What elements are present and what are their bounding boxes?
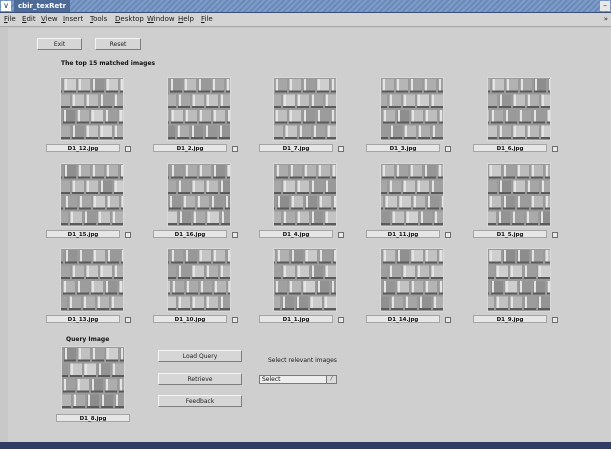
matched-image-caption: D1_14.jpg — [366, 315, 440, 323]
select-value: Select — [262, 376, 281, 383]
menu-overflow-icon[interactable]: » — [604, 13, 608, 26]
relevance-checkbox[interactable] — [232, 232, 238, 238]
matched-image — [487, 248, 551, 312]
matched-image — [487, 163, 551, 227]
relevance-checkbox[interactable] — [552, 146, 558, 152]
matched-image-caption: D1_6.jpg — [473, 144, 547, 152]
query-image — [61, 346, 125, 410]
matched-image — [60, 163, 124, 227]
matched-image-caption: D1_13.jpg — [46, 315, 120, 323]
matched-images-heading: The top 15 matched images — [61, 60, 156, 67]
matched-image — [380, 77, 444, 141]
select-relevant-label: Select relevant images — [268, 357, 337, 364]
matched-image-caption: D1_16.jpg — [153, 230, 227, 238]
menu-bar: File Edit View Insert Tools Desktop Wind… — [0, 13, 611, 27]
relevance-checkbox[interactable] — [445, 146, 451, 152]
relevance-checkbox[interactable] — [338, 146, 344, 152]
matched-image — [487, 77, 551, 141]
menu-tools[interactable]: Tools — [90, 13, 107, 26]
query-image-heading: Query Image — [66, 336, 110, 343]
menu-edit[interactable]: Edit — [22, 13, 36, 26]
menu-desktop[interactable]: Desktop — [115, 13, 144, 26]
matched-image — [167, 77, 231, 141]
reset-button[interactable]: Reset — [95, 38, 141, 50]
menu-view[interactable]: View — [41, 13, 58, 26]
matched-image — [273, 163, 337, 227]
load-query-button[interactable]: Load Query — [158, 350, 242, 362]
application-window: ∨ cbir_texRetr – File Edit View Insert T… — [0, 0, 611, 449]
menu-help[interactable]: Help — [178, 13, 194, 26]
taskbar-strip — [0, 442, 611, 449]
relevant-images-select[interactable]: Select / — [259, 375, 337, 384]
matched-image-caption: D1_15.jpg — [46, 230, 120, 238]
relevance-checkbox[interactable] — [232, 146, 238, 152]
matched-image-caption: D1_9.jpg — [473, 315, 547, 323]
matched-image — [380, 248, 444, 312]
relevance-checkbox[interactable] — [552, 317, 558, 323]
menu-file[interactable]: File — [4, 13, 16, 26]
relevance-checkbox[interactable] — [445, 317, 451, 323]
dropdown-arrow-icon[interactable]: / — [326, 376, 336, 383]
window-title: cbir_texRetr — [14, 0, 71, 12]
minimize-icon[interactable]: – — [600, 1, 610, 11]
relevance-checkbox[interactable] — [125, 232, 131, 238]
matched-image — [380, 163, 444, 227]
matched-image-caption: D1_12.jpg — [46, 144, 120, 152]
matched-image — [60, 77, 124, 141]
matched-image — [60, 248, 124, 312]
feedback-button[interactable]: Feedback — [158, 395, 242, 407]
matched-image-caption: D1_4.jpg — [259, 230, 333, 238]
relevance-checkbox[interactable] — [445, 232, 451, 238]
matched-image — [167, 248, 231, 312]
query-image-caption: D1_8.jpg — [56, 414, 130, 422]
relevance-checkbox[interactable] — [232, 317, 238, 323]
title-bar[interactable]: ∨ cbir_texRetr – — [0, 0, 611, 13]
matched-image — [167, 163, 231, 227]
retrieve-button[interactable]: Retrieve — [158, 373, 242, 385]
matched-image-caption: D1_2.jpg — [153, 144, 227, 152]
matched-image — [273, 248, 337, 312]
matched-image-caption: D1_1.jpg — [259, 315, 333, 323]
relevance-checkbox[interactable] — [125, 317, 131, 323]
matched-image-caption: D1_10.jpg — [153, 315, 227, 323]
relevance-checkbox[interactable] — [552, 232, 558, 238]
relevance-checkbox[interactable] — [338, 317, 344, 323]
menu-insert[interactable]: Insert — [63, 13, 83, 26]
relevance-checkbox[interactable] — [125, 146, 131, 152]
matched-image-caption: D1_5.jpg — [473, 230, 547, 238]
exit-button[interactable]: Exit — [37, 38, 82, 50]
matched-image-caption: D1_11.jpg — [366, 230, 440, 238]
menu-file-extra[interactable]: File — [201, 13, 213, 26]
matched-image-caption: D1_7.jpg — [259, 144, 333, 152]
matched-image-caption: D1_3.jpg — [366, 144, 440, 152]
menu-window[interactable]: Window — [147, 13, 175, 26]
relevance-checkbox[interactable] — [338, 232, 344, 238]
window-menu-icon[interactable]: ∨ — [1, 1, 11, 11]
matched-image — [273, 77, 337, 141]
